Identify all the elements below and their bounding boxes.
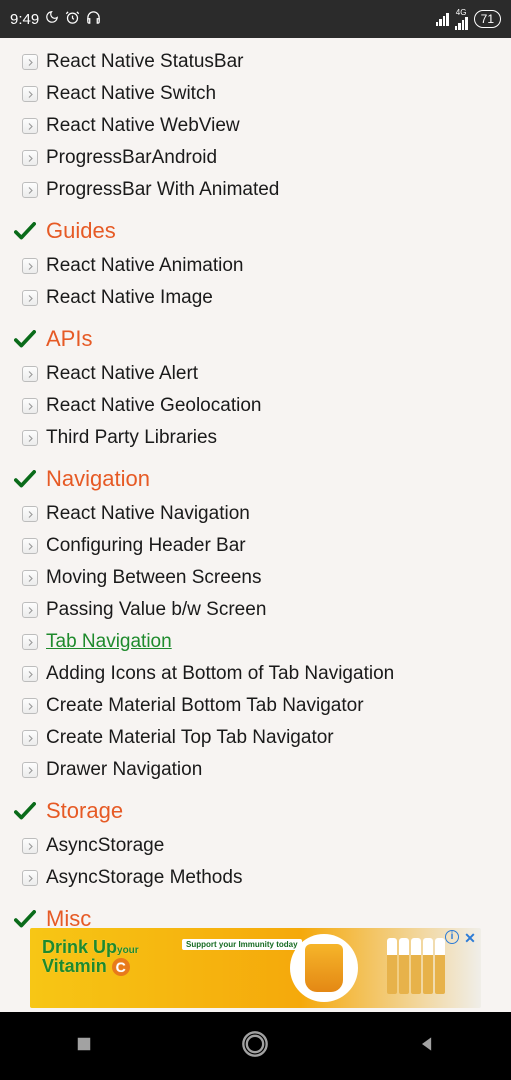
list-item[interactable]: React Native Animation (14, 250, 497, 282)
item-label: React Native WebView (46, 115, 240, 137)
content-scroll[interactable]: React Native StatusBar React Native Switc… (0, 38, 511, 932)
arrow-right-icon (22, 430, 38, 446)
list-item[interactable]: Passing Value b/w Screen (14, 594, 497, 626)
arrow-right-icon (22, 870, 38, 886)
status-left: 9:49 (10, 10, 101, 29)
section-header[interactable]: Navigation (14, 466, 497, 492)
list-item[interactable]: React Native Image (14, 282, 497, 314)
network-4g-icon: 4G (455, 9, 468, 30)
ad-close-icon[interactable]: ✕ (463, 930, 477, 947)
battery-indicator: 71 (474, 10, 501, 28)
item-label: AsyncStorage (46, 835, 164, 857)
nav-back-icon[interactable] (417, 1034, 437, 1059)
arrow-right-icon (22, 730, 38, 746)
item-label: Third Party Libraries (46, 427, 217, 449)
item-label: React Native Animation (46, 255, 244, 277)
list-item[interactable]: Adding Icons at Bottom of Tab Navigation (14, 658, 497, 690)
android-nav-bar (0, 1012, 511, 1080)
status-bar: 9:49 4G 71 (0, 0, 511, 38)
item-label: AsyncStorage Methods (46, 867, 242, 889)
list-item[interactable]: Tab Navigation (14, 626, 497, 658)
ad-bottles-image (387, 938, 445, 994)
list-item[interactable]: React Native Switch (14, 78, 497, 110)
arrow-right-icon (22, 570, 38, 586)
ad-tagline: Support your Immunity today (182, 939, 302, 950)
section-title: APIs (46, 326, 92, 352)
item-label: Configuring Header Bar (46, 535, 246, 557)
list-item[interactable]: Drawer Navigation (14, 754, 497, 786)
status-time: 9:49 (10, 11, 39, 28)
arrow-right-icon (22, 366, 38, 382)
arrow-right-icon (22, 118, 38, 134)
section-title: Guides (46, 218, 116, 244)
nav-recent-icon[interactable] (74, 1034, 94, 1059)
list-item[interactable]: Create Material Top Tab Navigator (14, 722, 497, 754)
item-label: Create Material Bottom Tab Navigator (46, 695, 364, 717)
item-label: React Native Switch (46, 83, 216, 105)
arrow-right-icon (22, 838, 38, 854)
section-header[interactable]: Guides (14, 218, 497, 244)
list-item[interactable]: Create Material Bottom Tab Navigator (14, 690, 497, 722)
section-header[interactable]: APIs (14, 326, 497, 352)
ad-product-image (290, 934, 358, 1002)
item-label: Create Material Top Tab Navigator (46, 727, 334, 749)
check-icon (14, 802, 36, 820)
item-label: Moving Between Screens (46, 567, 261, 589)
check-icon (14, 222, 36, 240)
list-item[interactable]: React Native StatusBar (14, 46, 497, 78)
item-label: React Native Image (46, 287, 213, 309)
vitamin-c-icon: C (112, 958, 130, 976)
item-label: React Native Alert (46, 363, 198, 385)
list-item[interactable]: React Native WebView (14, 110, 497, 142)
alarm-icon (65, 10, 80, 29)
item-label: React Native Navigation (46, 503, 250, 525)
list-item[interactable]: ProgressBarAndroid (14, 142, 497, 174)
item-label: ProgressBarAndroid (46, 147, 217, 169)
arrow-right-icon (22, 666, 38, 682)
section-title: Navigation (46, 466, 150, 492)
list-item[interactable]: Moving Between Screens (14, 562, 497, 594)
list-item[interactable]: AsyncStorage (14, 830, 497, 862)
list-item[interactable]: React Native Navigation (14, 498, 497, 530)
list-item[interactable]: React Native Geolocation (14, 390, 497, 422)
arrow-right-icon (22, 290, 38, 306)
arrow-right-icon (22, 538, 38, 554)
arrow-right-icon (22, 506, 38, 522)
arrow-right-icon (22, 54, 38, 70)
item-label: React Native StatusBar (46, 51, 243, 73)
item-label: Tab Navigation (46, 631, 172, 653)
item-label: Passing Value b/w Screen (46, 599, 266, 621)
list-item[interactable]: Configuring Header Bar (14, 530, 497, 562)
item-label: Adding Icons at Bottom of Tab Navigation (46, 663, 394, 685)
ad-headline: Drink Upyour Vitamin C (42, 938, 139, 976)
check-icon (14, 910, 36, 928)
arrow-right-icon (22, 182, 38, 198)
section-header[interactable]: Storage (14, 798, 497, 824)
ad-banner[interactable]: Drink Upyour Vitamin C Support your Immu… (30, 928, 481, 1008)
list-item[interactable]: ProgressBar With Animated (14, 174, 497, 206)
arrow-right-icon (22, 602, 38, 618)
arrow-right-icon (22, 634, 38, 650)
item-label: ProgressBar With Animated (46, 179, 279, 201)
headphones-icon (86, 10, 101, 29)
check-icon (14, 330, 36, 348)
list-item[interactable]: Third Party Libraries (14, 422, 497, 454)
arrow-right-icon (22, 258, 38, 274)
arrow-right-icon (22, 398, 38, 414)
arrow-right-icon (22, 698, 38, 714)
arrow-right-icon (22, 150, 38, 166)
check-icon (14, 470, 36, 488)
arrow-right-icon (22, 86, 38, 102)
moon-icon (45, 10, 59, 28)
list-item[interactable]: AsyncStorage Methods (14, 862, 497, 894)
section-title: Storage (46, 798, 123, 824)
nav-home-icon[interactable] (241, 1030, 269, 1063)
status-right: 4G 71 (436, 9, 501, 30)
signal-icon (436, 13, 449, 26)
ad-info-icon[interactable]: i (445, 930, 459, 944)
list-item[interactable]: React Native Alert (14, 358, 497, 390)
item-label: Drawer Navigation (46, 759, 202, 781)
arrow-right-icon (22, 762, 38, 778)
item-label: React Native Geolocation (46, 395, 261, 417)
